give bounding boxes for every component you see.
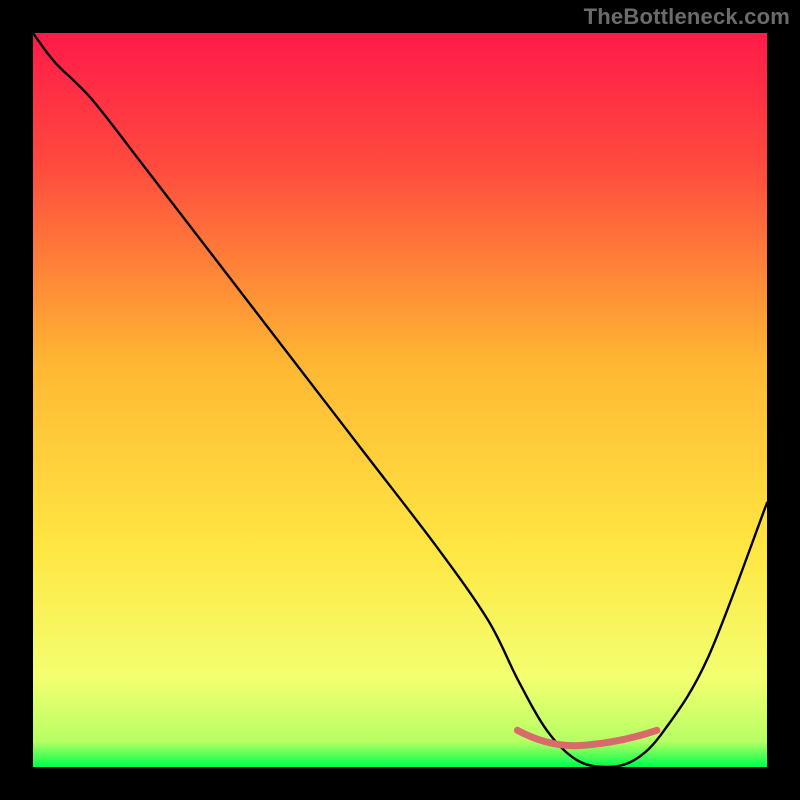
chart-svg (33, 33, 767, 767)
watermark-text: TheBottleneck.com (584, 4, 790, 30)
chart-frame: TheBottleneck.com (0, 0, 800, 800)
plot-area (33, 33, 767, 767)
gradient-background (33, 33, 767, 767)
